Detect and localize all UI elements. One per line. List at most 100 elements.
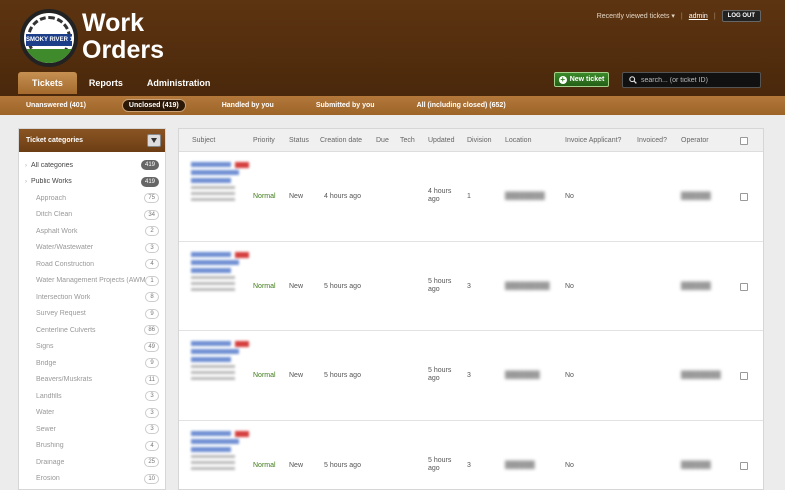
ticket-subject-link[interactable] [191,251,249,294]
filter-unanswered[interactable]: Unanswered (401) [20,100,92,111]
municipal-logo[interactable]: SMOKY RIVER 130 [20,9,78,67]
ticket-filter-bar: Unanswered (401) Unclosed (419) Handled … [0,96,785,115]
table-row[interactable]: Normal New 4 hours ago 4 hours ago 1 ███… [179,152,763,242]
updated-cell: 5 hours ago [428,456,452,472]
category-item[interactable]: Signs 49 [25,339,159,356]
tab-reports[interactable]: Reports [77,72,135,94]
filter-handled-by-you[interactable]: Handled by you [216,100,280,111]
category-label: Approach [36,194,66,202]
creation-date-cell: 5 hours ago [324,461,361,469]
category-count: 34 [144,209,159,220]
table-header: Subject Priority Status Creation date Du… [179,129,763,152]
table-row[interactable]: Normal New 5 hours ago 5 hours ago 3 ███… [179,421,763,490]
column-invoice-applicant[interactable]: Invoice Applicant? [565,137,621,144]
priority-cell: Normal [253,282,276,290]
category-count: 1 [145,275,159,286]
row-checkbox[interactable] [740,282,748,291]
category-item[interactable]: Landfills 3 [25,388,159,405]
column-operator[interactable]: Operator [681,137,709,144]
column-due[interactable]: Due [376,137,389,144]
status-badge [235,162,249,168]
row-checkbox[interactable] [740,372,748,380]
sidebar-header: Ticket categories [19,129,165,152]
row-checkbox[interactable] [740,461,748,470]
tab-tickets[interactable]: Tickets [18,72,77,94]
priority-cell: Normal [253,372,276,379]
category-count: 3 [145,391,159,402]
column-invoiced[interactable]: Invoiced? [637,137,667,144]
tab-administration[interactable]: Administration [135,72,223,94]
select-all-checkbox[interactable] [740,137,748,145]
logo-band: SMOKY RIVER 130 [26,34,72,46]
chevron-right-icon: › [25,162,27,169]
category-item[interactable]: Beavers/Muskrats 11 [25,372,159,389]
category-item[interactable]: Sewer 3 [25,421,159,438]
filter-unclosed[interactable]: Unclosed (419) [121,99,186,112]
operator-cell-redacted: ████████ [681,372,721,379]
search-box [622,72,761,88]
category-item[interactable]: Water Management Projects (AWMP) 1 [25,273,159,290]
chevron-right-icon: › [25,179,27,186]
priority-cell: Normal [253,193,276,200]
category-item[interactable]: Bridge 9 [25,355,159,372]
ticket-subject-link[interactable] [191,162,249,204]
admin-link[interactable]: admin [689,13,708,20]
separator: | [713,12,716,20]
category-item[interactable]: Brushing 4 [25,438,159,455]
column-location[interactable]: Location [505,137,531,144]
filter-icon[interactable] [147,134,161,147]
category-count: 3 [145,242,159,253]
category-item[interactable]: Road Construction 4 [25,256,159,273]
filter-submitted-by-you[interactable]: Submitted by you [310,100,381,111]
category-item[interactable]: Erosion 10 [25,471,159,488]
app-title-line2: Orders [82,36,164,64]
table-row[interactable]: Normal New 5 hours ago 5 hours ago 3 ███… [179,242,763,331]
category-count: 2 [145,226,159,237]
new-ticket-button[interactable]: + New ticket [554,72,609,87]
status-badge [235,251,249,258]
category-item[interactable]: Intersection Work 8 [25,289,159,306]
ticket-subject-link[interactable] [191,430,249,473]
column-creation-date[interactable]: Creation date [320,137,362,144]
column-updated[interactable]: Updated [428,137,454,144]
category-item[interactable]: › All categories 419 [25,157,159,174]
category-item[interactable]: Ditch Clean 34 [25,207,159,224]
category-item[interactable]: › Public Works 419 [25,174,159,191]
row-checkbox[interactable] [740,193,748,201]
updated-cell: 5 hours ago [428,277,452,293]
division-cell: 3 [467,461,471,469]
category-item[interactable]: Approach 75 [25,190,159,207]
category-count: 419 [140,160,159,171]
separator: | [680,12,683,20]
column-division[interactable]: Division [467,137,492,144]
category-item[interactable]: Drainage 25 [25,454,159,471]
search-input[interactable] [641,76,759,84]
column-subject[interactable]: Subject [192,137,215,144]
column-priority[interactable]: Priority [253,137,275,144]
division-cell: 3 [467,372,471,379]
category-item[interactable]: Water/Wastewater 3 [25,240,159,257]
filter-all-including-closed[interactable]: All (including closed) (652) [411,100,512,111]
invoice-applicant-cell: No [565,282,574,290]
invoice-applicant-cell: No [565,193,574,200]
category-item[interactable]: Water 3 [25,405,159,422]
category-count: 86 [144,325,159,336]
category-label: Beavers/Muskrats [36,376,93,384]
category-item[interactable]: Centerline Culverts 86 [25,322,159,339]
recently-viewed-menu[interactable]: Recently viewed tickets ▾ [597,12,675,20]
creation-date-cell: 5 hours ago [324,282,361,290]
column-tech[interactable]: Tech [400,137,415,144]
category-label: Landfills [36,392,62,400]
division-cell: 1 [467,193,471,200]
plus-icon: + [558,74,567,84]
updated-cell: 5 hours ago [428,367,452,382]
table-row[interactable]: Normal New 5 hours ago 5 hours ago 3 ███… [179,331,763,421]
category-item[interactable]: Survey Request 9 [25,306,159,323]
logout-button[interactable]: LOG OUT [721,10,761,22]
category-label: Centerline Culverts [36,326,96,334]
sidebar-title: Ticket categories [26,137,84,144]
status-cell: New [289,372,304,379]
column-status[interactable]: Status [289,137,309,144]
ticket-subject-link[interactable] [191,341,249,383]
category-item[interactable]: Asphalt Work 2 [25,223,159,240]
